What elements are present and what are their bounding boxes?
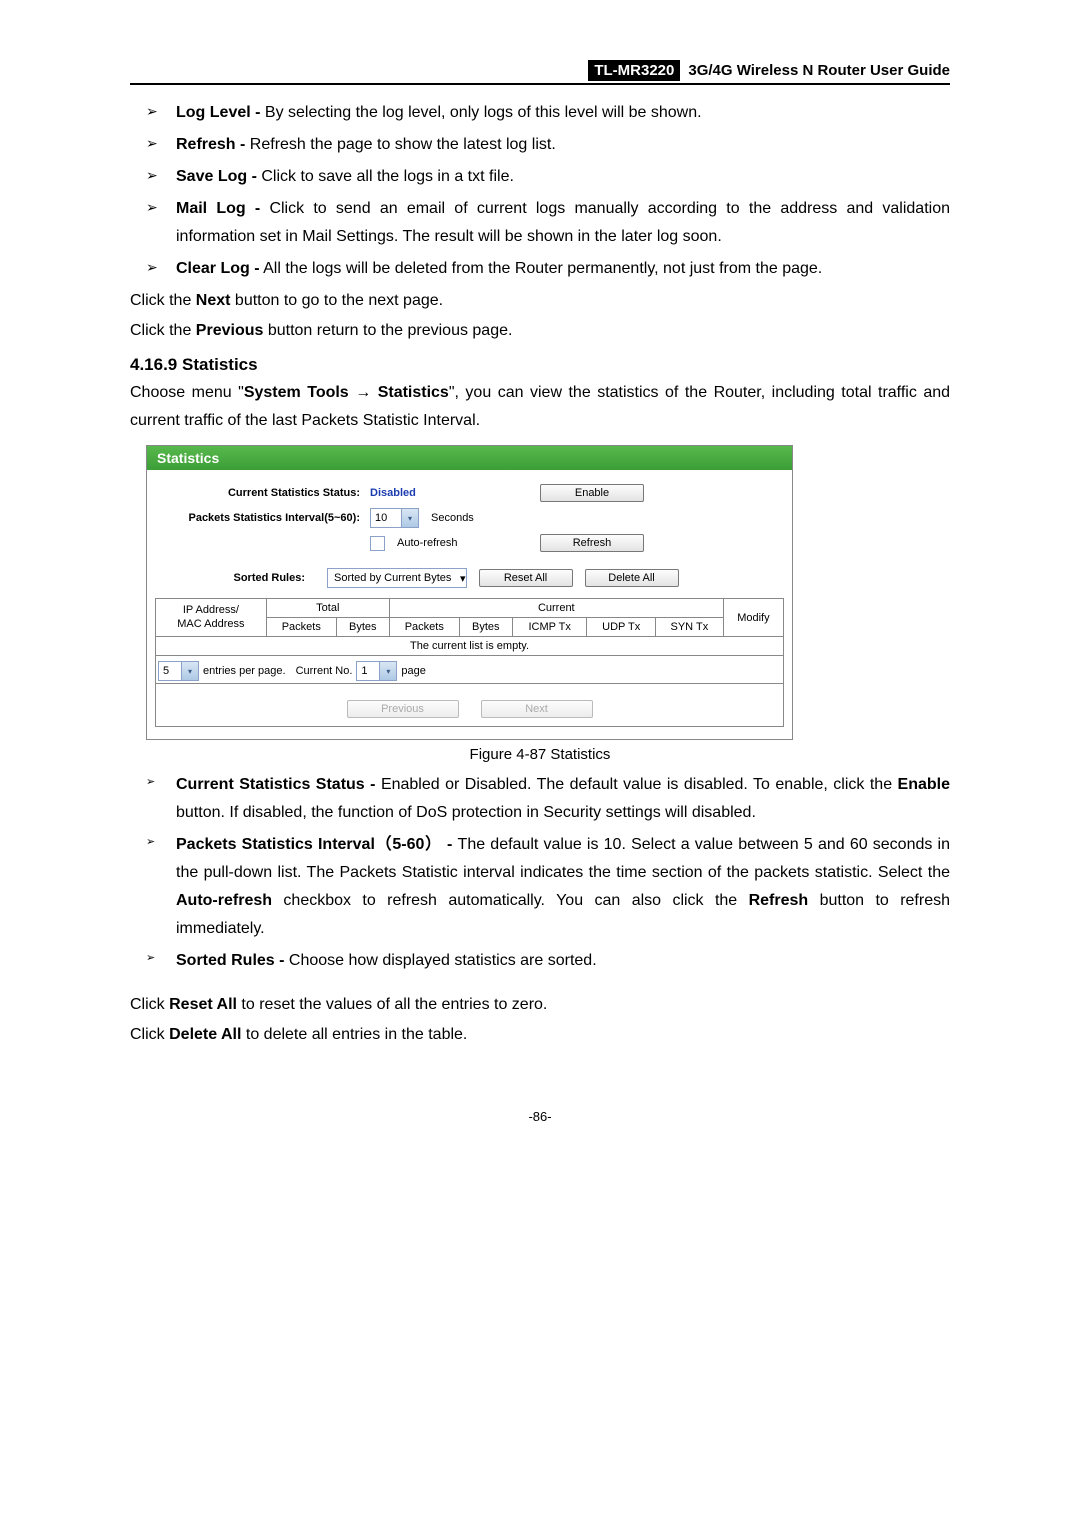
term: Packets Statistics Interval (176, 836, 375, 853)
col-packets: Packets (266, 618, 336, 637)
desc: Refresh the page to show the latest log … (245, 136, 555, 153)
desc: Click to send an email of current logs m… (176, 200, 950, 245)
log-option-item: Refresh - Refresh the page to show the l… (146, 131, 950, 159)
log-option-item: Clear Log - All the logs will be deleted… (146, 255, 950, 283)
entries-per-page-select[interactable]: 5 ▾ (158, 661, 199, 681)
interval-label: Packets Statistics Interval(5~60): (155, 512, 370, 524)
term: Auto-refresh (176, 892, 272, 909)
log-option-item: Log Level - By selecting the log level, … (146, 99, 950, 127)
log-option-item: Save Log - Click to save all the logs in… (146, 163, 950, 191)
term: Sorted Rules - (176, 952, 284, 969)
chevron-down-icon[interactable]: ▾ (460, 572, 466, 585)
desc-item: Sorted Rules - Choose how displayed stat… (146, 947, 950, 975)
term: Refresh (749, 892, 809, 909)
page-number: -86- (130, 1109, 950, 1124)
col-packets-cur: Packets (389, 618, 459, 637)
status-value: Disabled (370, 487, 416, 499)
desc: Choose how displayed statistics are sort… (289, 952, 597, 969)
term: Refresh - (176, 136, 245, 153)
figure-caption: Figure 4-87 Statistics (130, 746, 950, 763)
col-ipmac: IP Address/MAC Address (156, 599, 267, 637)
desc: button. If disabled, the function of DoS… (176, 804, 756, 821)
desc: All the logs will be deleted from the Ro… (260, 260, 823, 277)
reset-all-button[interactable]: Reset All (479, 569, 573, 587)
sorted-rules-value: Sorted by Current Bytes (328, 572, 460, 584)
desc: By selecting the log level, only logs of… (260, 104, 701, 121)
chevron-down-icon[interactable]: ▾ (379, 662, 396, 680)
page-header: TL-MR3220 3G/4G Wireless N Router User G… (130, 60, 950, 85)
model-chip: TL-MR3220 (588, 60, 680, 81)
auto-refresh-checkbox[interactable] (370, 536, 385, 551)
desc-item: Packets Statistics Interval（5-60） - The … (146, 831, 950, 943)
prev-next-row: Previous Next (155, 684, 784, 727)
term: Enable (898, 776, 950, 793)
col-modify: Modify (723, 599, 783, 637)
interval-select[interactable]: 10 ▾ (370, 508, 419, 528)
col-syntx: SYN Tx (655, 618, 723, 637)
term: Save Log - (176, 168, 257, 185)
current-page-select[interactable]: 1 ▾ (356, 661, 397, 681)
previous-instruction: Click the Previous button return to the … (130, 317, 950, 345)
page-value: 1 (357, 665, 379, 677)
current-no-label: Current No. (296, 665, 353, 677)
sorted-rules-label: Sorted Rules: (155, 572, 315, 584)
status-label: Current Statistics Status: (155, 487, 370, 499)
enable-button[interactable]: Enable (540, 484, 644, 502)
page-label: page (401, 665, 425, 677)
delete-all-instruction: Click Delete All to delete all entries i… (130, 1021, 950, 1049)
reset-all-instruction: Click Reset All to reset the values of a… (130, 991, 950, 1019)
term: （5-60） - (375, 836, 452, 853)
term: Current Statistics Status - (176, 776, 375, 793)
desc: Click to save all the logs in a txt file… (257, 168, 514, 185)
statistics-panel: Statistics Current Statistics Status: Di… (146, 445, 793, 740)
section-heading-statistics: 4.16.9 Statistics (130, 355, 950, 375)
seconds-label: Seconds (431, 512, 474, 524)
delete-all-button[interactable]: Delete All (585, 569, 679, 587)
term: Clear Log - (176, 260, 260, 277)
col-total: Total (266, 599, 389, 618)
entries-value: 5 (159, 665, 181, 677)
log-options-list: Log Level - By selecting the log level, … (146, 99, 950, 283)
section-intro: Choose menu "System Tools → Statistics",… (130, 379, 950, 435)
col-current: Current (389, 599, 723, 618)
next-button[interactable]: Next (481, 700, 593, 718)
desc: Enabled or Disabled. The default value i… (381, 776, 898, 793)
chevron-down-icon[interactable]: ▾ (181, 662, 198, 680)
col-bytes-cur: Bytes (459, 618, 512, 637)
auto-refresh-label: Auto-refresh (397, 537, 458, 549)
log-option-item: Mail Log - Click to send an email of cur… (146, 195, 950, 251)
term: Mail Log - (176, 200, 260, 217)
col-bytes: Bytes (336, 618, 389, 637)
term: Log Level - (176, 104, 260, 121)
panel-title: Statistics (147, 446, 792, 470)
next-instruction: Click the Next button to go to the next … (130, 287, 950, 315)
sorted-rules-select[interactable]: Sorted by Current Bytes ▾ (327, 568, 467, 588)
statistics-descriptions: Current Statistics Status - Enabled or D… (146, 771, 950, 975)
refresh-button[interactable]: Refresh (540, 534, 644, 552)
previous-button[interactable]: Previous (347, 700, 459, 718)
entries-label: entries per page. (203, 665, 286, 677)
stats-table: IP Address/MAC Address Total Current Mod… (155, 598, 784, 656)
pagination-row: 5 ▾ entries per page. Current No. 1 ▾ pa… (155, 655, 784, 684)
chevron-down-icon[interactable]: ▾ (401, 509, 418, 527)
desc-item: Current Statistics Status - Enabled or D… (146, 771, 950, 827)
guide-title: 3G/4G Wireless N Router User Guide (688, 62, 950, 79)
col-icmptx: ICMP Tx (512, 618, 587, 637)
col-udptx: UDP Tx (587, 618, 655, 637)
desc: checkbox to refresh automatically. You c… (283, 892, 748, 909)
empty-row: The current list is empty. (156, 637, 784, 656)
interval-value: 10 (371, 512, 401, 524)
